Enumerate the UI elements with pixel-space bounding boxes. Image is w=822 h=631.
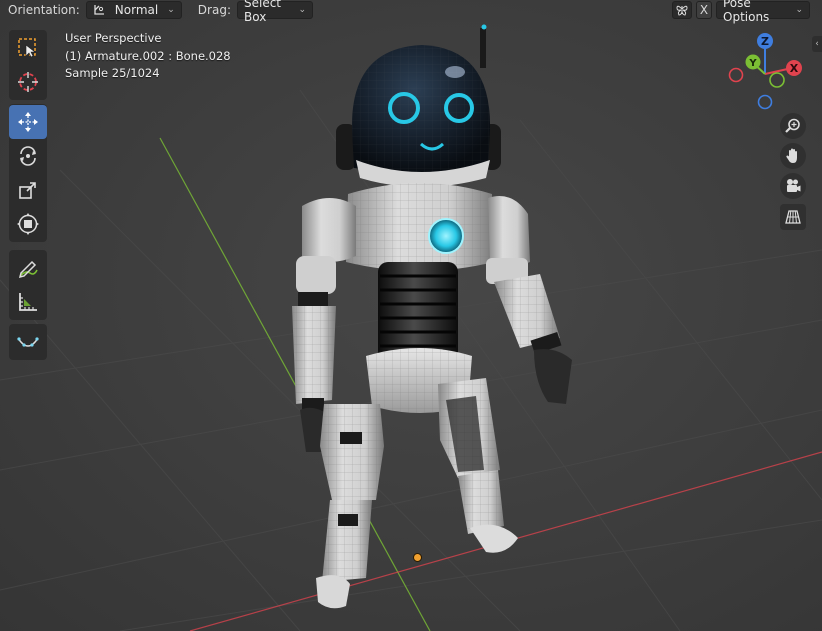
hand-icon	[786, 148, 797, 163]
relax-tool[interactable]	[9, 325, 47, 359]
navigation-gizmo[interactable]: Z X Y	[722, 30, 812, 116]
viewport-header: Orientation: Normal ⌄ Drag: Select Box ⌄	[0, 0, 822, 24]
move-tool[interactable]	[9, 105, 47, 139]
butterfly-icon	[676, 5, 688, 16]
cursor-tool[interactable]	[9, 65, 47, 99]
curve-icon	[17, 337, 39, 347]
measure-icon	[19, 293, 37, 311]
move-icon	[18, 112, 38, 132]
toolbar-group-relax	[9, 324, 47, 360]
rotate-icon	[20, 146, 36, 166]
x-mirror-toggle[interactable]: X	[696, 1, 712, 19]
gizmo-z-label: Z	[761, 35, 769, 48]
zoom-icon	[785, 118, 800, 133]
select-box-tool[interactable]	[9, 31, 47, 65]
select-box-icon	[18, 38, 36, 58]
toolbar-group-transform	[9, 104, 47, 242]
scene-canvas	[0, 24, 822, 631]
robot-model	[292, 24, 572, 609]
sidebar-toggle[interactable]: ‹	[812, 36, 822, 52]
active-bone-text: (1) Armature.002 : Bone.028	[65, 48, 231, 63]
scale-icon	[19, 182, 36, 199]
header-right-controls: X Pose Options ⌄	[672, 0, 810, 24]
camera-view-button[interactable]	[780, 173, 806, 199]
perspective-toggle-button[interactable]	[780, 204, 806, 230]
chevron-down-icon: ⌄	[795, 5, 803, 15]
toolbar-group-select	[9, 30, 47, 100]
chevron-down-icon: ⌄	[298, 5, 306, 15]
origin-point	[413, 553, 422, 562]
annotate-icon	[18, 260, 38, 279]
cursor-icon	[18, 72, 38, 92]
orientation-dropdown[interactable]: Normal ⌄	[85, 1, 182, 19]
gizmo-x-label: X	[790, 62, 799, 75]
mirror-button[interactable]	[672, 1, 692, 19]
orientation-label: Orientation:	[8, 3, 80, 17]
rotate-tool[interactable]	[9, 139, 47, 173]
drag-dropdown[interactable]: Select Box ⌄	[236, 0, 313, 24]
camera-icon	[787, 179, 801, 192]
toolbar-group-annotate	[9, 250, 47, 320]
measure-tool[interactable]	[9, 285, 47, 319]
drag-value: Select Box	[243, 0, 282, 24]
scale-tool[interactable]	[9, 173, 47, 207]
render-samples-text: Sample 25/1024	[65, 66, 160, 80]
annotate-tool[interactable]	[9, 251, 47, 285]
chevron-left-icon: ‹	[815, 39, 819, 49]
chevron-down-icon: ⌄	[167, 5, 175, 15]
viewport-info-overlay: User Perspective (1) Armature.002 : Bone…	[65, 30, 231, 83]
orientation-icon	[94, 5, 104, 15]
grid-icon	[785, 210, 801, 224]
transform-tool[interactable]	[9, 207, 47, 241]
orientation-value: Normal	[114, 3, 159, 17]
pan-button[interactable]	[780, 143, 806, 169]
pose-options-dropdown[interactable]: Pose Options ⌄	[716, 0, 810, 24]
zoom-button[interactable]	[780, 113, 806, 139]
pose-options-label: Pose Options	[723, 0, 770, 24]
transform-icon	[17, 213, 39, 235]
3d-viewport[interactable]: Orientation: Normal ⌄ Drag: Select Box ⌄	[0, 0, 822, 631]
drag-label: Drag:	[197, 3, 231, 17]
gizmo-y-label: Y	[748, 58, 757, 69]
view-name: User Perspective	[65, 31, 162, 45]
